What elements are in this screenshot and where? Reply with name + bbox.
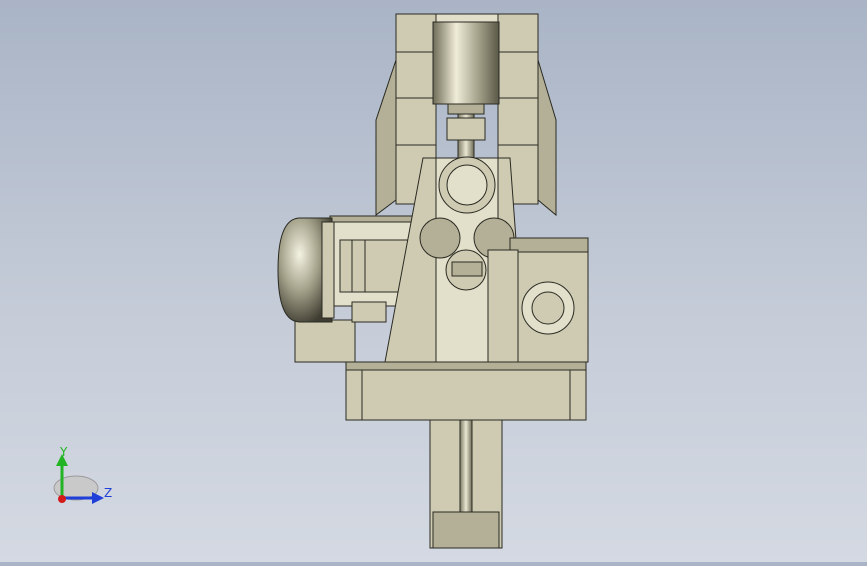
- y-axis-label: Y: [59, 445, 68, 459]
- piston-rod: [429, 419, 503, 549]
- assembly-model[interactable]: [277, 13, 589, 549]
- electric-motor: [277, 215, 413, 323]
- axis-triad-icon: [53, 454, 104, 504]
- hydraulic-cylinder: [432, 21, 500, 165]
- model-canvas[interactable]: Y Z: [0, 0, 867, 562]
- reducer-gearbox: [487, 237, 589, 363]
- z-axis-label: Z: [104, 486, 112, 500]
- graphics-viewport[interactable]: Y Z: [0, 0, 867, 562]
